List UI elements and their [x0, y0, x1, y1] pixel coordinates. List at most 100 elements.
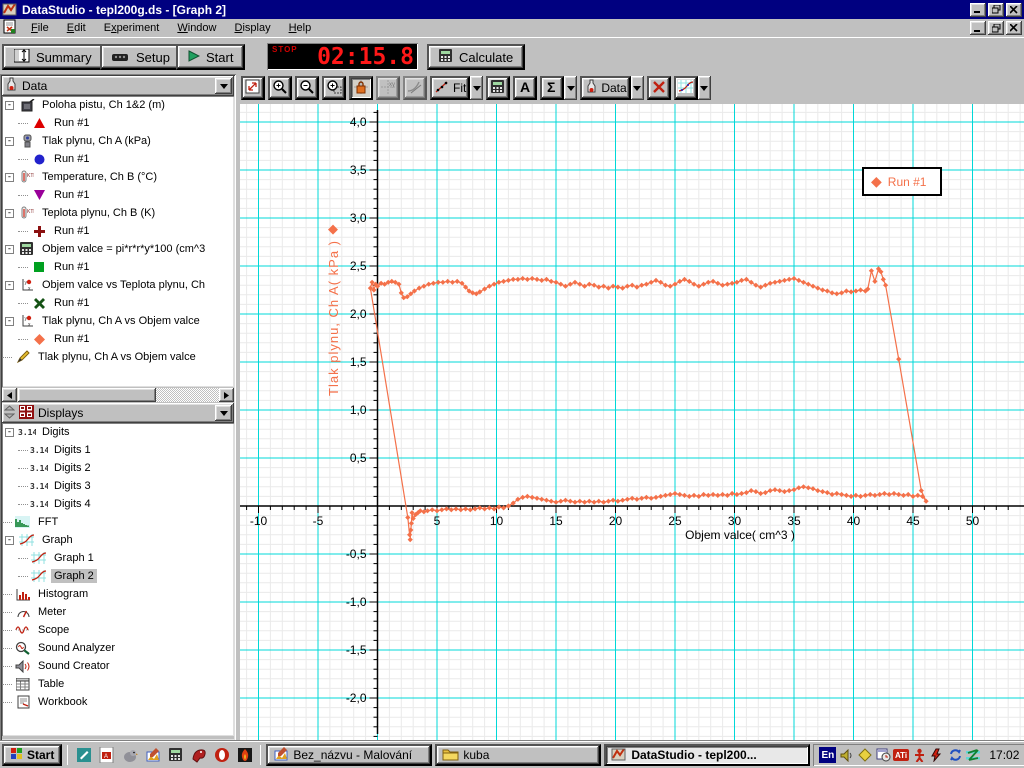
displays-tree-item[interactable]: - Graph	[2, 531, 234, 549]
child-restore-button[interactable]	[988, 21, 1004, 35]
expand-box[interactable]: -	[5, 427, 14, 437]
calculator-icon[interactable]	[165, 745, 186, 765]
data-tree-item[interactable]: - KTD Temperature, Ch B (°C)	[2, 168, 234, 186]
minimize-button[interactable]	[970, 2, 986, 17]
close-button[interactable]	[1006, 2, 1022, 17]
scroll-right-button[interactable]	[219, 388, 234, 402]
scheduler-icon[interactable]	[875, 747, 891, 763]
data-tree-item[interactable]: Tlak plynu, Ch A vs Objem valce	[2, 348, 234, 366]
displays-tree-item[interactable]: 3.14 Digits 2	[2, 459, 234, 477]
menu-experiment[interactable]: Experiment	[95, 20, 169, 36]
displays-tree-item[interactable]: FFT	[2, 513, 234, 531]
paint-icon[interactable]	[142, 745, 163, 765]
graph-settings-button-arrow[interactable]	[697, 76, 711, 100]
displays-tree-item[interactable]: Table	[2, 675, 234, 693]
displays-tree-item[interactable]: -3.14 Digits	[2, 423, 234, 441]
data-tree-item[interactable]: - y x Objem valce vs Teplota plynu, Ch	[2, 276, 234, 294]
data-tree-item[interactable]: Run #1	[2, 150, 234, 168]
volume-icon[interactable]	[839, 747, 855, 763]
pdf-icon[interactable]: A	[96, 745, 117, 765]
data-tree-item[interactable]: - Objem valce = pi*r*r*y*100 (cm^3	[2, 240, 234, 258]
text-tool-button[interactable]: A	[513, 76, 538, 100]
displays-panel-header[interactable]: Displays	[2, 403, 234, 423]
zoom-in-button[interactable]	[268, 76, 292, 100]
data-tree-item[interactable]: Run #1	[2, 114, 234, 132]
sync-icon[interactable]	[947, 747, 963, 763]
summary-button[interactable]: Summary	[2, 44, 104, 70]
dragon-icon[interactable]	[188, 745, 209, 765]
data-tree-hscrollbar[interactable]	[2, 388, 234, 402]
scroll-left-button[interactable]	[2, 388, 17, 402]
expand-box[interactable]: -	[5, 172, 14, 182]
data-tree-item[interactable]: Run #1	[2, 186, 234, 204]
displays-tree-item[interactable]: Sound Analyzer	[2, 639, 234, 657]
notes-icon[interactable]	[73, 745, 94, 765]
data-menu-button[interactable]: Data	[580, 76, 631, 100]
expand-box[interactable]: -	[5, 136, 14, 146]
calculator-button[interactable]	[486, 76, 511, 100]
data-menu-button-arrow[interactable]	[630, 76, 644, 100]
zoom-out-button[interactable]	[295, 76, 319, 100]
child-minimize-button[interactable]	[970, 21, 986, 35]
wave-icon[interactable]	[965, 747, 981, 763]
menu-help[interactable]: Help	[280, 20, 321, 36]
fit-menu-button[interactable]: Fit	[430, 76, 471, 100]
displays-tree-item[interactable]: Workbook	[2, 693, 234, 711]
title-bar[interactable]: DataStudio - tepl200g.ds - [Graph 2]	[0, 0, 1024, 19]
displays-tree-item[interactable]: 3.14 Digits 4	[2, 495, 234, 513]
data-tree-item[interactable]: - Tlak plynu, Ch A (kPa)	[2, 132, 234, 150]
menu-display[interactable]: Display	[226, 20, 280, 36]
flame-icon[interactable]	[234, 745, 255, 765]
displays-tree-item[interactable]: 3.14 Digits 1	[2, 441, 234, 459]
data-tree-item[interactable]: Run #1	[2, 222, 234, 240]
zoom-select-button[interactable]	[322, 76, 346, 100]
displays-tree-item[interactable]: Sound Creator	[2, 657, 234, 675]
smart-tool-button[interactable]	[349, 76, 373, 100]
opera-icon[interactable]	[211, 745, 232, 765]
displays-panel-dropdown[interactable]	[215, 405, 232, 421]
expand-box[interactable]: -	[5, 535, 14, 545]
figure-icon[interactable]	[911, 747, 927, 763]
language-indicator[interactable]: En	[819, 747, 837, 763]
power-icon[interactable]	[929, 747, 945, 763]
document-icon[interactable]	[3, 19, 18, 37]
menu-file[interactable]: File	[22, 20, 58, 36]
data-tree-item[interactable]: - KTD Teplota plynu, Ch B (K)	[2, 204, 234, 222]
scale-to-fit-button[interactable]	[241, 76, 265, 100]
diamond-icon[interactable]	[857, 747, 873, 763]
fit-menu-button-arrow[interactable]	[470, 76, 484, 100]
show-coordinates-button[interactable]: xy	[376, 76, 400, 100]
data-tree-item[interactable]: Run #1	[2, 294, 234, 312]
displays-tree-item[interactable]: 3.14 Digits 3	[2, 477, 234, 495]
start-menu-button[interactable]: Start	[2, 744, 63, 766]
graph-settings-button[interactable]	[673, 76, 698, 100]
expand-box[interactable]: -	[5, 244, 14, 254]
menu-edit[interactable]: Edit	[58, 20, 95, 36]
task-button[interactable]: DataStudio - tepl200...	[604, 744, 811, 766]
displays-tree-item[interactable]: Graph 1	[2, 549, 234, 567]
scrollbar-thumb[interactable]	[18, 388, 156, 402]
data-panel-header[interactable]: Data	[2, 76, 234, 96]
menu-window[interactable]: Window	[168, 20, 225, 36]
statistics-button-arrow[interactable]	[564, 76, 578, 100]
expand-box[interactable]: -	[5, 208, 14, 218]
task-button[interactable]: Bez_názvu - Malování	[266, 744, 433, 766]
data-tree-item[interactable]: Run #1	[2, 330, 234, 348]
expand-box[interactable]: -	[5, 316, 14, 326]
slope-tool-button[interactable]	[403, 76, 427, 100]
task-button[interactable]: kuba	[435, 744, 602, 766]
delete-button[interactable]	[646, 76, 671, 100]
expand-box[interactable]: -	[5, 100, 14, 110]
graph-display-area[interactable]: -10 -5 5 10 15 20 25 30 35 40 45 50 4,0 3,5 3,0 2,5 2,0 1…	[240, 104, 1024, 740]
expand-box[interactable]: -	[5, 280, 14, 290]
displays-tree-item[interactable]: Histogram	[2, 585, 234, 603]
ati-icon[interactable]: ATi	[893, 747, 910, 763]
start-button[interactable]: Start	[176, 44, 246, 70]
legend[interactable]: ◆ Run #1	[862, 167, 942, 196]
data-tree-item[interactable]: - Poloha pistu, Ch 1&2 (m)	[2, 96, 234, 114]
displays-tree-item[interactable]: Meter	[2, 603, 234, 621]
data-tree-item[interactable]: - y x Tlak plynu, Ch A vs Objem valce	[2, 312, 234, 330]
restore-button[interactable]	[988, 2, 1004, 17]
setup-button[interactable]: Setup	[100, 44, 182, 70]
displays-tree-item[interactable]: Scope	[2, 621, 234, 639]
